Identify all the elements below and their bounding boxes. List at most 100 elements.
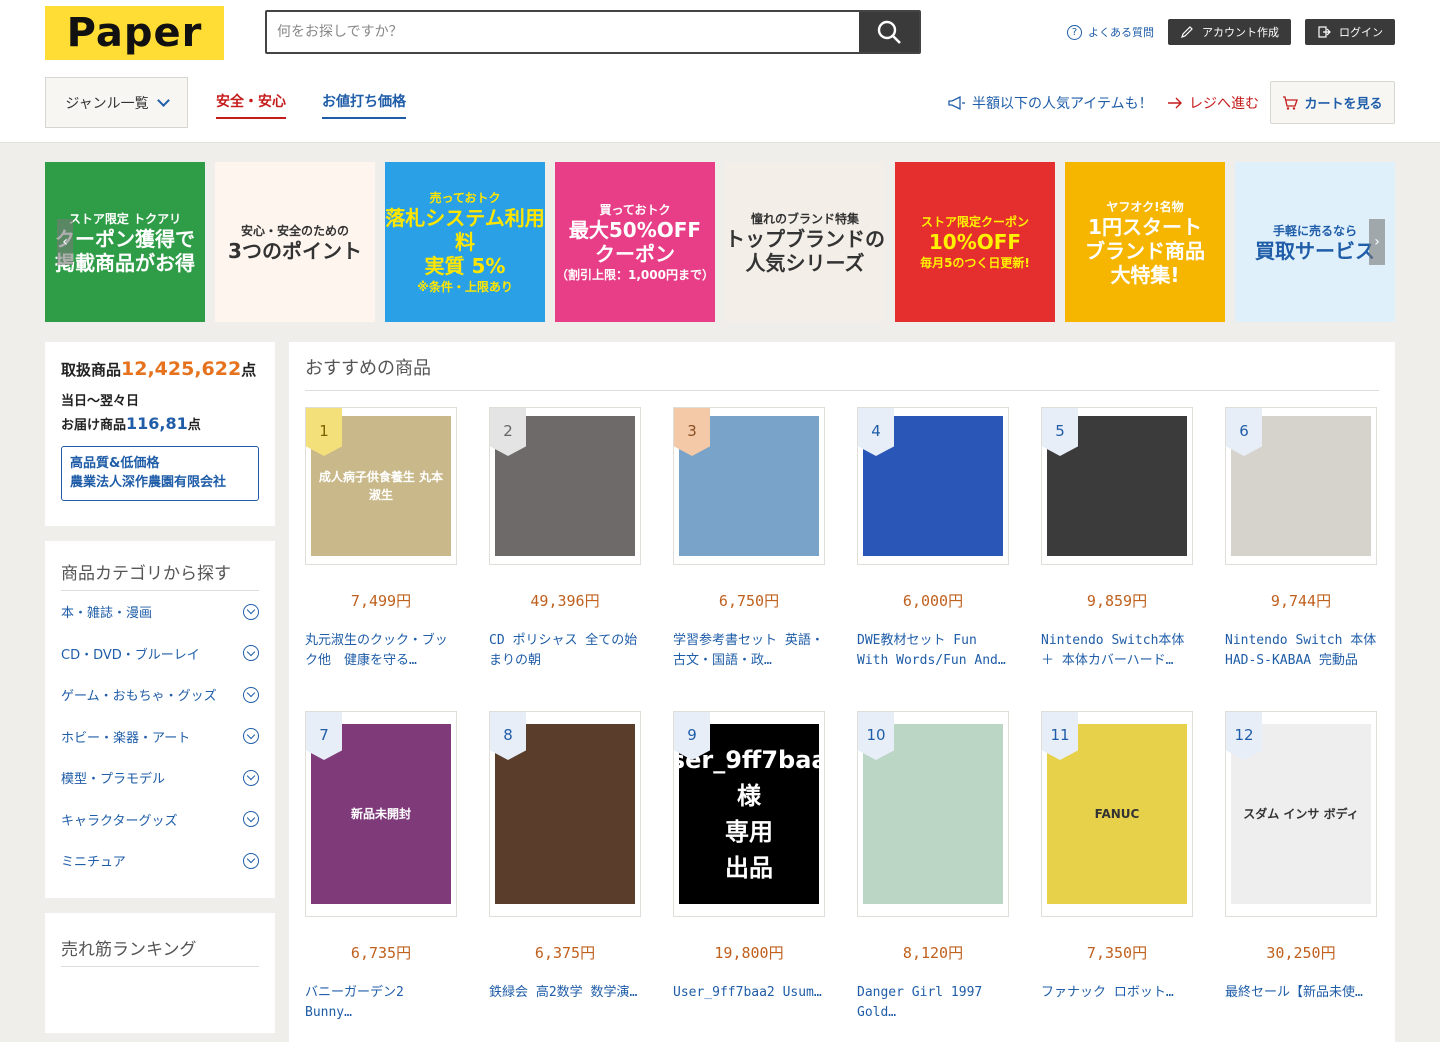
product-thumbnail[interactable]: 7 新品未開封 <box>305 711 457 917</box>
category-item[interactable]: キャラクターグッズ <box>61 799 259 841</box>
product-card[interactable]: 11 FANUC 7,350円 ファナック ロボット… <box>1041 711 1193 1023</box>
banner-3[interactable]: 売っておトク 落札システム利用料 実質 5% ※条件・上限あり <box>385 162 545 322</box>
product-thumbnail[interactable]: 12 スダム インサ ボディ <box>1225 711 1377 917</box>
banner-6[interactable]: ストア限定クーポン 10%OFF 毎月5のつく日更新! <box>895 162 1055 322</box>
category-item[interactable]: ホビー・楽器・アート <box>61 716 259 758</box>
banner-text-1: ストア限定 トクアリ <box>68 211 182 226</box>
product-thumbnail[interactable]: 6 <box>1225 407 1377 565</box>
product-card[interactable]: 3 6,750円学習参考書セット 英語・古文・国語・政… <box>673 407 825 671</box>
search-icon <box>877 20 901 44</box>
category-title: 商品カテゴリから探す <box>61 559 259 591</box>
product-title[interactable]: User_9ff7baa2 Usum… <box>673 983 825 1023</box>
cart-icon <box>1283 95 1299 110</box>
product-thumbnail[interactable]: 5 <box>1041 407 1193 565</box>
banner-2[interactable]: 安心・安全のための 3つのポイント <box>215 162 375 322</box>
recommended-title: おすすめの商品 <box>305 354 1379 391</box>
category-item[interactable]: CD・DVD・ブルーレイ <box>61 633 259 675</box>
delivery-period: 当日〜翌々日 <box>61 394 140 409</box>
product-card[interactable]: 12 スダム インサ ボディ 30,250円 最終セール【新品未使… <box>1225 711 1377 1023</box>
tab-safe[interactable]: 安全・安心 <box>216 91 286 119</box>
category-item[interactable]: 模型・プラモデル <box>61 757 259 799</box>
product-title[interactable]: 丸元淑生のクック・ブック他 健康を守る… <box>305 631 457 671</box>
product-thumbnail[interactable]: 9user_9ff7baa2様 専用 出品 <box>673 711 825 917</box>
delivery-count: 116,81 <box>126 413 188 433</box>
cart-label: カートを見る <box>1304 97 1383 112</box>
product-price: 6,000円 <box>902 592 964 610</box>
product-title[interactable]: Nintendo Switch本体 ＋ 本体カバーハード… <box>1041 631 1193 671</box>
banner-text-3: 毎月5のつく日更新! <box>920 256 1030 270</box>
banner-7[interactable]: ヤフオク!名物 1円スタート ブランド商品 大特集! <box>1065 162 1225 322</box>
register-link[interactable]: レジへ進む <box>1167 93 1259 113</box>
product-thumbnail[interactable]: 4 <box>857 407 1009 565</box>
farm-link[interactable]: 高品質&低価格 農業法人深作農園有限会社 <box>61 445 259 501</box>
product-card[interactable]: 10 8,120円 Danger Girl 1997 Gold… <box>857 711 1009 1023</box>
product-card[interactable]: 4 6,000円 DWE教材セット Fun With Words/Fun And… <box>857 407 1009 671</box>
product-title[interactable]: 最終セール【新品未使… <box>1225 983 1377 1023</box>
product-title[interactable]: Nintendo Switch 本体 HAD-S-KABAA 完動品 <box>1225 631 1377 671</box>
site-logo[interactable]: Paper <box>45 6 224 60</box>
rank-badge: 7 <box>306 712 342 760</box>
logo-text: Paper <box>66 10 203 56</box>
product-title[interactable]: 学習参考書セット 英語・古文・国語・政… <box>673 631 825 671</box>
category-item[interactable]: 本・雑誌・漫画 <box>61 591 259 633</box>
carousel-next-button[interactable]: › <box>1369 219 1385 265</box>
category-label: ミニチュア <box>61 855 126 871</box>
rank-badge: 11 <box>1042 712 1078 760</box>
product-title[interactable]: CD ポリシャス 全ての始まりの朝 <box>489 631 641 671</box>
banner-text-2: 買取サービス <box>1255 238 1375 263</box>
category-label: CD・DVD・ブルーレイ <box>61 647 200 663</box>
product-thumbnail[interactable]: 11 FANUC <box>1041 711 1193 917</box>
product-card[interactable]: 5 9,859円 Nintendo Switch本体 ＋ 本体カバーハード… <box>1041 407 1193 671</box>
banner-text-3: （割引上限：1,000円まで） <box>556 268 714 282</box>
product-card[interactable]: 1 成人病子供食養生 丸本淑生 7,499円 丸元淑生のクック・ブック他 健康を守る… <box>305 407 457 671</box>
cart-button[interactable]: カートを見る <box>1270 81 1395 124</box>
product-card[interactable]: 2 49,396円 CD ポリシャス 全ての始まりの朝 <box>489 407 641 671</box>
product-thumbnail[interactable]: 8 <box>489 711 641 917</box>
product-thumbnail[interactable]: 10 <box>857 711 1009 917</box>
rank-badge: 8 <box>490 712 526 760</box>
product-price: 6,750円 <box>718 592 780 610</box>
carousel-prev-button[interactable]: ‹ <box>57 219 73 265</box>
category-box: 商品カテゴリから探す 本・雑誌・漫画 CD・DVD・ブルーレイゲーム・おもちゃ・グ… <box>45 541 275 898</box>
product-title[interactable]: ファナック ロボット… <box>1041 983 1193 1023</box>
chevron-down-icon <box>243 645 259 662</box>
product-card[interactable]: 8 6,375円 鉄緑会 高2数学 数学演… <box>489 711 641 1023</box>
category-item[interactable]: ゲーム・おもちゃ・グッズ <box>61 674 259 716</box>
tab-deal[interactable]: お値打ち価格 <box>322 91 406 119</box>
banner-4[interactable]: 買っておトク 最大50%OFF クーポン （割引上限：1,000円まで） <box>555 162 715 322</box>
promo-link[interactable]: 半額以下の人気アイテムも！ <box>948 93 1153 113</box>
product-title[interactable]: DWE教材セット Fun With Words/Fun And… <box>857 631 1009 671</box>
banner-carousel: ストア限定 トクアリ クーポン獲得で 掲載商品がお得 安心・安全のための 3つのポイン… <box>45 162 1395 322</box>
product-thumbnail[interactable]: 1 成人病子供食養生 丸本淑生 <box>305 407 457 565</box>
product-card[interactable]: 9user_9ff7baa2様 専用 出品 19,800円 User_9ff7baa… <box>673 711 825 1023</box>
banner-text-3: ※条件・上限あり <box>417 280 513 294</box>
genre-dropdown[interactable]: ジャンル一覧 <box>45 77 188 128</box>
product-title[interactable]: バニーガーデン2 Bunny… <box>305 983 457 1023</box>
faq-link[interactable]: ? よくある質問 <box>1067 24 1154 40</box>
banner-text-2: 1円スタート ブランド商品 大特集! <box>1085 214 1205 287</box>
arrow-right-icon <box>1168 97 1182 109</box>
product-card[interactable]: 6 9,744円 Nintendo Switch 本体 HAD-S-KABAA 完動… <box>1225 407 1377 671</box>
chevron-down-icon <box>243 728 259 745</box>
search-input[interactable] <box>267 12 859 52</box>
pencil-icon <box>1181 26 1193 38</box>
delivery-count-line: 当日〜翌々日 お届け商品116,81点 <box>61 392 259 436</box>
create-account-button[interactable]: アカウント作成 <box>1168 19 1291 45</box>
product-thumbnail[interactable]: 2 <box>489 407 641 565</box>
product-card[interactable]: 7 新品未開封 6,735円 バニーガーデン2 Bunny… <box>305 711 457 1023</box>
promo-label: 半額以下の人気アイテムも！ <box>972 96 1153 112</box>
login-button[interactable]: ログイン <box>1305 19 1395 45</box>
product-title[interactable]: Danger Girl 1997 Gold… <box>857 983 1009 1023</box>
search-button[interactable] <box>859 12 919 52</box>
product-title[interactable]: 鉄緑会 高2数学 数学演… <box>489 983 641 1023</box>
category-label: キャラクターグッズ <box>61 813 178 829</box>
rank-badge: 1 <box>306 408 342 456</box>
banner-5[interactable]: 憧れのブランド特集 トップブランドの 人気シリーズ <box>725 162 885 322</box>
category-item[interactable]: ミニチュア <box>61 840 259 882</box>
chevron-down-icon <box>243 769 259 786</box>
farm-line-1: 高品質&低価格 <box>70 455 160 471</box>
rank-badge: 9 <box>674 712 710 760</box>
product-thumbnail[interactable]: 3 <box>673 407 825 565</box>
banner-text-1: ヤフオク!名物 <box>1106 199 1184 214</box>
banner-text-2: クーポン獲得で 掲載商品がお得 <box>55 226 195 275</box>
